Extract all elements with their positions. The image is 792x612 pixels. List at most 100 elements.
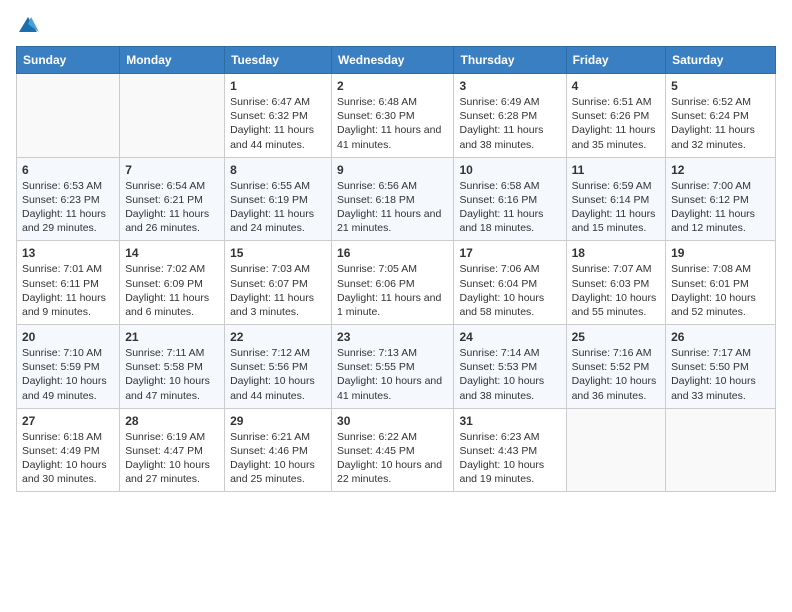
day-number: 12 [671,163,770,177]
calendar-cell [17,74,120,158]
calendar-cell: 10 Sunrise: 6:58 AM Sunset: 6:16 PM Dayli… [454,157,566,241]
day-number: 25 [572,330,660,344]
calendar-cell: 15 Sunrise: 7:03 AM Sunset: 6:07 PM Dayli… [225,241,332,325]
calendar-cell: 12 Sunrise: 7:00 AM Sunset: 6:12 PM Dayli… [666,157,776,241]
calendar-cell: 19Sunrise: 7:08 AM Sunset: 6:01 PM Dayli… [666,241,776,325]
header-cell-thursday: Thursday [454,47,566,74]
day-info: Sunrise: 7:06 AM Sunset: 6:04 PM Dayligh… [459,262,560,319]
calendar-cell: 7 Sunrise: 6:54 AM Sunset: 6:21 PM Daylig… [120,157,225,241]
day-info: Sunrise: 7:13 AM Sunset: 5:55 PM Dayligh… [337,346,448,403]
calendar-week-2: 6 Sunrise: 6:53 AM Sunset: 6:23 PM Daylig… [17,157,776,241]
calendar-cell: 16Sunrise: 7:05 AM Sunset: 6:06 PM Dayli… [332,241,454,325]
day-number: 19 [671,246,770,260]
calendar-cell: 24 Sunrise: 7:14 AM Sunset: 5:53 PM Dayli… [454,325,566,409]
day-info: Sunrise: 7:07 AM Sunset: 6:03 PM Dayligh… [572,262,660,319]
day-number: 17 [459,246,560,260]
day-info: Sunrise: 6:53 AM Sunset: 6:23 PM Dayligh… [22,179,114,236]
calendar-cell: 26 Sunrise: 7:17 AM Sunset: 5:50 PM Dayli… [666,325,776,409]
calendar-cell: 8Sunrise: 6:55 AM Sunset: 6:19 PM Daylig… [225,157,332,241]
day-info: Sunrise: 6:56 AM Sunset: 6:18 PM Dayligh… [337,179,448,236]
calendar-cell [566,408,665,492]
calendar-cell: 1 Sunrise: 6:47 AM Sunset: 6:32 PM Daylig… [225,74,332,158]
day-number: 15 [230,246,326,260]
day-info: Sunrise: 6:23 AM Sunset: 4:43 PM Dayligh… [459,430,560,487]
calendar-cell: 20Sunrise: 7:10 AM Sunset: 5:59 PM Dayli… [17,325,120,409]
day-info: Sunrise: 7:14 AM Sunset: 5:53 PM Dayligh… [459,346,560,403]
day-number: 13 [22,246,114,260]
calendar-cell [120,74,225,158]
header-cell-friday: Friday [566,47,665,74]
header-row: SundayMondayTuesdayWednesdayThursdayFrid… [17,47,776,74]
day-number: 23 [337,330,448,344]
calendar-table: SundayMondayTuesdayWednesdayThursdayFrid… [16,46,776,492]
calendar-cell: 30 Sunrise: 6:22 AM Sunset: 4:45 PM Dayli… [332,408,454,492]
calendar-header: SundayMondayTuesdayWednesdayThursdayFrid… [17,47,776,74]
day-info: Sunrise: 7:02 AM Sunset: 6:09 PM Dayligh… [125,262,219,319]
day-info: Sunrise: 7:11 AM Sunset: 5:58 PM Dayligh… [125,346,219,403]
logo [16,16,39,36]
day-number: 4 [572,79,660,93]
day-number: 20 [22,330,114,344]
day-info: Sunrise: 7:12 AM Sunset: 5:56 PM Dayligh… [230,346,326,403]
header-cell-wednesday: Wednesday [332,47,454,74]
calendar-cell: 13 Sunrise: 7:01 AM Sunset: 6:11 PM Dayli… [17,241,120,325]
day-number: 22 [230,330,326,344]
day-number: 5 [671,79,770,93]
calendar-week-3: 13 Sunrise: 7:01 AM Sunset: 6:11 PM Dayli… [17,241,776,325]
day-info: Sunrise: 6:48 AM Sunset: 6:30 PM Dayligh… [337,95,448,152]
day-number: 2 [337,79,448,93]
day-number: 29 [230,414,326,428]
day-number: 11 [572,163,660,177]
calendar-week-5: 27Sunrise: 6:18 AM Sunset: 4:49 PM Dayli… [17,408,776,492]
day-number: 26 [671,330,770,344]
day-info: Sunrise: 6:22 AM Sunset: 4:45 PM Dayligh… [337,430,448,487]
day-number: 21 [125,330,219,344]
day-info: Sunrise: 6:54 AM Sunset: 6:21 PM Dayligh… [125,179,219,236]
calendar-cell: 23 Sunrise: 7:13 AM Sunset: 5:55 PM Dayli… [332,325,454,409]
day-number: 14 [125,246,219,260]
day-info: Sunrise: 6:52 AM Sunset: 6:24 PM Dayligh… [671,95,770,152]
day-number: 7 [125,163,219,177]
calendar-cell: 21 Sunrise: 7:11 AM Sunset: 5:58 PM Dayli… [120,325,225,409]
day-info: Sunrise: 7:16 AM Sunset: 5:52 PM Dayligh… [572,346,660,403]
header-cell-tuesday: Tuesday [225,47,332,74]
day-info: Sunrise: 6:58 AM Sunset: 6:16 PM Dayligh… [459,179,560,236]
calendar-cell: 27Sunrise: 6:18 AM Sunset: 4:49 PM Dayli… [17,408,120,492]
logo-icon [17,14,39,36]
day-number: 27 [22,414,114,428]
day-info: Sunrise: 6:47 AM Sunset: 6:32 PM Dayligh… [230,95,326,152]
day-info: Sunrise: 7:17 AM Sunset: 5:50 PM Dayligh… [671,346,770,403]
calendar-cell: 22 Sunrise: 7:12 AM Sunset: 5:56 PM Dayli… [225,325,332,409]
page-header [16,16,776,36]
day-info: Sunrise: 6:19 AM Sunset: 4:47 PM Dayligh… [125,430,219,487]
calendar-cell: 4 Sunrise: 6:51 AM Sunset: 6:26 PM Daylig… [566,74,665,158]
calendar-cell: 2 Sunrise: 6:48 AM Sunset: 6:30 PM Daylig… [332,74,454,158]
calendar-week-1: 1 Sunrise: 6:47 AM Sunset: 6:32 PM Daylig… [17,74,776,158]
day-number: 16 [337,246,448,260]
header-cell-monday: Monday [120,47,225,74]
calendar-cell: 9Sunrise: 6:56 AM Sunset: 6:18 PM Daylig… [332,157,454,241]
day-info: Sunrise: 6:21 AM Sunset: 4:46 PM Dayligh… [230,430,326,487]
header-cell-saturday: Saturday [666,47,776,74]
calendar-cell: 18Sunrise: 7:07 AM Sunset: 6:03 PM Dayli… [566,241,665,325]
day-info: Sunrise: 7:00 AM Sunset: 6:12 PM Dayligh… [671,179,770,236]
day-number: 8 [230,163,326,177]
day-info: Sunrise: 6:51 AM Sunset: 6:26 PM Dayligh… [572,95,660,152]
calendar-cell: 6 Sunrise: 6:53 AM Sunset: 6:23 PM Daylig… [17,157,120,241]
day-number: 1 [230,79,326,93]
day-number: 28 [125,414,219,428]
calendar-cell: 29 Sunrise: 6:21 AM Sunset: 4:46 PM Dayli… [225,408,332,492]
calendar-cell: 11Sunrise: 6:59 AM Sunset: 6:14 PM Dayli… [566,157,665,241]
day-number: 30 [337,414,448,428]
calendar-week-4: 20Sunrise: 7:10 AM Sunset: 5:59 PM Dayli… [17,325,776,409]
day-info: Sunrise: 6:49 AM Sunset: 6:28 PM Dayligh… [459,95,560,152]
calendar-cell: 28 Sunrise: 6:19 AM Sunset: 4:47 PM Dayli… [120,408,225,492]
calendar-cell: 31Sunrise: 6:23 AM Sunset: 4:43 PM Dayli… [454,408,566,492]
calendar-cell: 17 Sunrise: 7:06 AM Sunset: 6:04 PM Dayli… [454,241,566,325]
day-info: Sunrise: 7:01 AM Sunset: 6:11 PM Dayligh… [22,262,114,319]
day-number: 6 [22,163,114,177]
calendar-cell: 3Sunrise: 6:49 AM Sunset: 6:28 PM Daylig… [454,74,566,158]
day-number: 10 [459,163,560,177]
day-info: Sunrise: 7:03 AM Sunset: 6:07 PM Dayligh… [230,262,326,319]
day-number: 24 [459,330,560,344]
